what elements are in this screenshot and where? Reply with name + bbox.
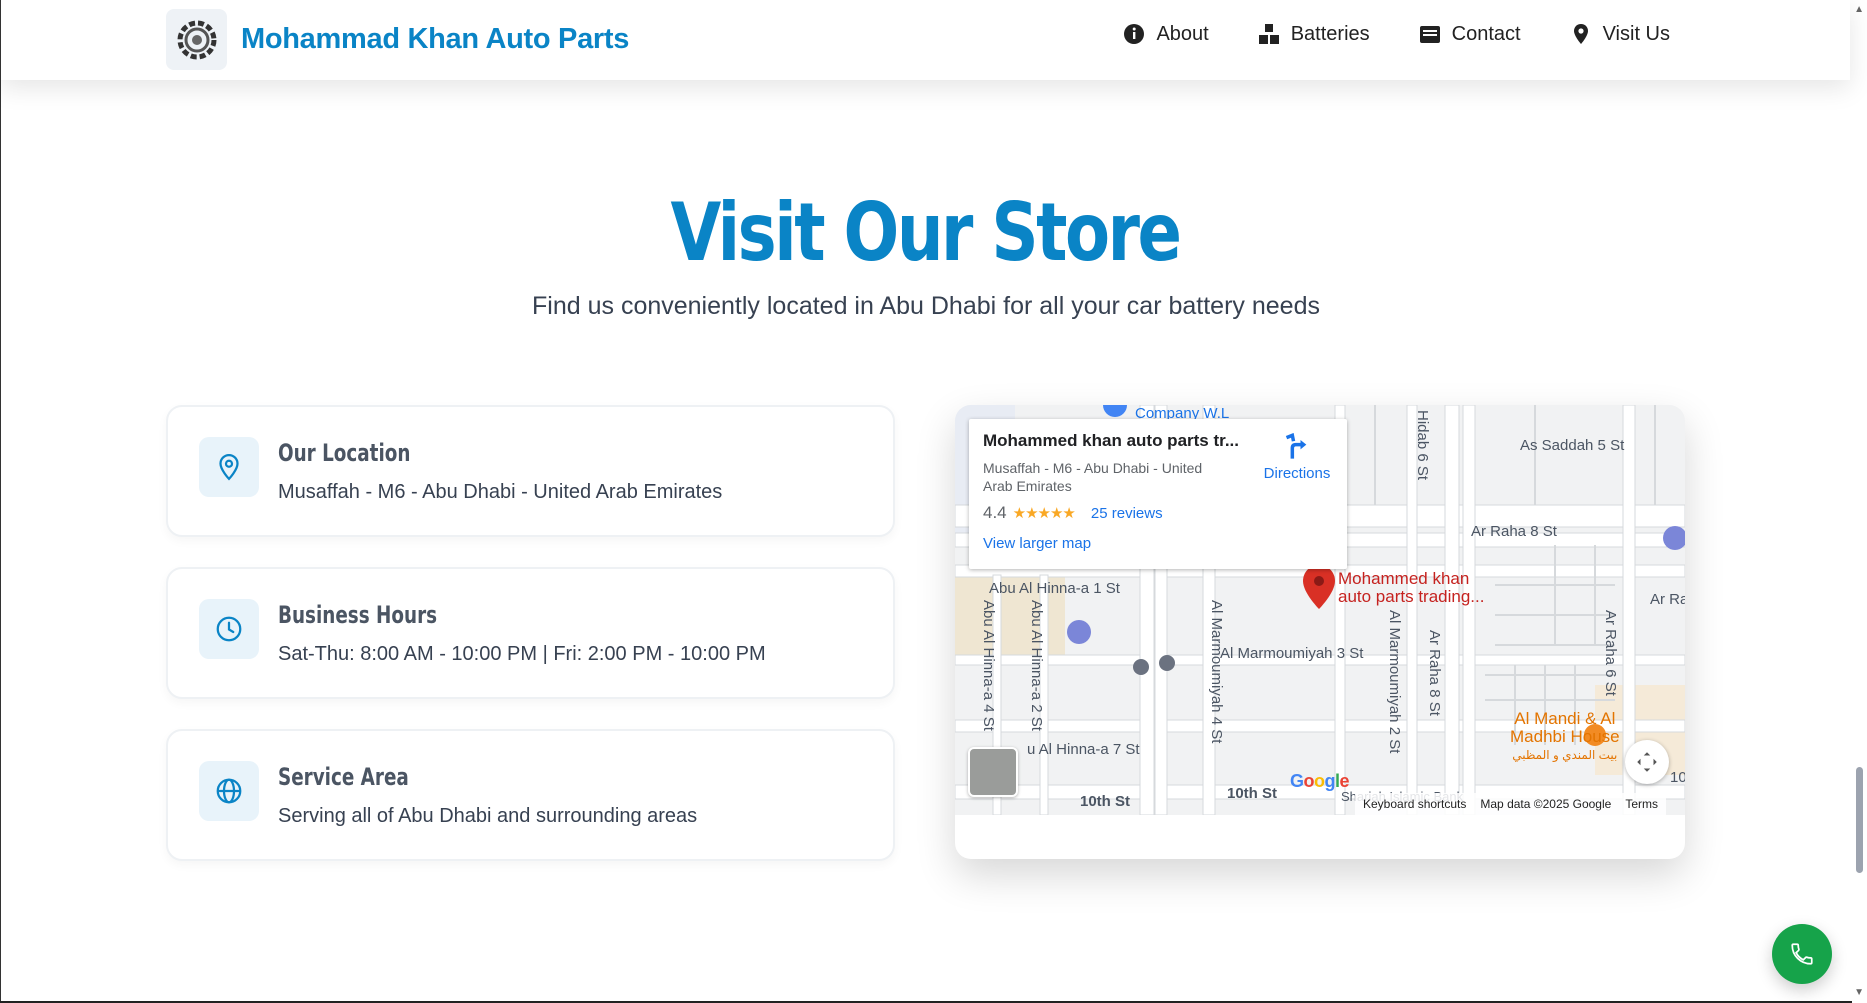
location-title: Our Location bbox=[278, 439, 411, 467]
street-10th-east: 10th St bbox=[1227, 785, 1278, 802]
satellite-toggle-thumbnail[interactable] bbox=[968, 747, 1018, 797]
street-abu-al-hinna-4: Abu Al Hinna-a 4 St bbox=[980, 600, 997, 731]
brand-name: Mohammad Khan Auto Parts bbox=[241, 23, 630, 55]
place-name: Mohammed khan auto parts tr... bbox=[983, 431, 1239, 450]
page-left-border bbox=[0, 0, 1, 1003]
service-area-text: Serving all of Abu Dhabi and surrounding… bbox=[278, 805, 698, 827]
call-button[interactable] bbox=[1772, 924, 1832, 984]
street-abu-al-hinna-7: u Al Hinna-a 7 St bbox=[1027, 741, 1140, 758]
street-10-edge: 10 bbox=[1670, 769, 1685, 786]
scroll-down-icon[interactable]: ▼ bbox=[1854, 987, 1864, 998]
site-header: Mohammad Khan Auto Parts About Batteries… bbox=[0, 0, 1850, 80]
nav-visit-us-label: Visit Us bbox=[1602, 22, 1670, 45]
map-pin-icon bbox=[199, 437, 259, 497]
rating-stars-icon: ★★★★★ bbox=[1012, 505, 1076, 522]
globe-icon bbox=[199, 761, 259, 821]
map-data-attribution: Map data ©2025 Google bbox=[1480, 797, 1612, 811]
marker-label[interactable]: Mohammed khan auto parts trading... bbox=[1338, 570, 1484, 606]
nav-visit-us[interactable]: Visit Us bbox=[1569, 22, 1670, 46]
pan-arrows-icon bbox=[1637, 752, 1657, 772]
street-al-marmoumiyah-2: Al Marmoumiyah 2 St bbox=[1386, 610, 1403, 754]
location-pin-icon bbox=[1573, 24, 1588, 44]
rating-value: 4.4 bbox=[983, 503, 1007, 522]
hours-text: Sat-Thu: 8:00 AM - 10:00 PM | Fri: 2:00 … bbox=[278, 643, 766, 665]
info-icon bbox=[1124, 24, 1145, 44]
map-camera-control-button[interactable] bbox=[1625, 740, 1669, 784]
map-footer: Keyboard shortcuts Map data ©2025 Google… bbox=[1355, 793, 1666, 815]
page-scrollbar[interactable]: ▲ ▼ bbox=[1851, 0, 1867, 1003]
nav-about-label: About bbox=[1156, 22, 1209, 45]
nav-contact-label: Contact bbox=[1451, 22, 1521, 45]
location-card: Our Location Musaffah - M6 - Abu Dhabi -… bbox=[166, 405, 895, 537]
google-logo: Google bbox=[1290, 771, 1350, 791]
phone-icon bbox=[1791, 943, 1813, 965]
hours-title: Business Hours bbox=[278, 601, 438, 629]
gear-logo-icon bbox=[177, 20, 216, 59]
page-subtitle: Find us conveniently located in Abu Dhab… bbox=[532, 292, 1320, 320]
street-abu-al-hinna-2: Abu Al Hinna-a 2 St bbox=[1028, 600, 1045, 731]
brand[interactable]: Mohammad Khan Auto Parts bbox=[166, 9, 629, 70]
nav-batteries[interactable]: Batteries bbox=[1257, 22, 1370, 46]
place-address: Musaffah - M6 - Abu Dhabi - United Arab … bbox=[983, 460, 1203, 494]
street-10th-west: 10th St bbox=[1080, 793, 1131, 810]
embedded-map[interactable]: As Saddah 5 St Ar Raha 8 St Abu Al Hinna… bbox=[955, 405, 1685, 815]
street-hidab-6: Hidab 6 St bbox=[1414, 410, 1431, 481]
street-as-saddah: As Saddah 5 St bbox=[1520, 437, 1625, 454]
envelope-icon bbox=[1419, 26, 1440, 43]
directions-button[interactable]: Directions bbox=[1253, 433, 1341, 482]
service-area-card: Service Area Serving all of Abu Dhabi an… bbox=[166, 729, 895, 861]
scroll-up-icon[interactable]: ▲ bbox=[1854, 4, 1864, 15]
service-area-title: Service Area bbox=[278, 763, 409, 791]
nav-contact[interactable]: Contact bbox=[1418, 22, 1521, 46]
keyboard-shortcuts-link[interactable]: Keyboard shortcuts bbox=[1363, 797, 1466, 811]
scroll-thumb[interactable] bbox=[1856, 767, 1863, 873]
main-nav: About Batteries Contact Visit Us bbox=[1122, 22, 1670, 46]
map-card: As Saddah 5 St Ar Raha 8 St Abu Al Hinna… bbox=[955, 405, 1685, 859]
street-ar-raha-8: Ar Raha 8 St bbox=[1471, 523, 1557, 540]
poi-restaurant[interactable]: Al Mandi & Al Madhbi House بيت المندي و … bbox=[1510, 710, 1620, 764]
clock-icon bbox=[199, 599, 259, 659]
street-abu-al-hinna-1: Abu Al Hinna-a 1 St bbox=[989, 580, 1120, 597]
place-rating: 4.4 ★★★★★ 25 reviews bbox=[983, 503, 1333, 523]
view-larger-map-link[interactable]: View larger map bbox=[983, 535, 1333, 552]
street-al-marmoumiyah-3: Al Marmoumiyah 3 St bbox=[1220, 645, 1364, 662]
directions-icon bbox=[1285, 433, 1307, 459]
location-text: Musaffah - M6 - Abu Dhabi - United Arab … bbox=[278, 481, 723, 503]
brand-logo bbox=[166, 9, 227, 70]
nav-batteries-label: Batteries bbox=[1290, 22, 1370, 45]
terms-link[interactable]: Terms bbox=[1625, 797, 1658, 811]
map-info-window: Mohammed khan auto parts tr... Musaffah … bbox=[969, 419, 1347, 569]
street-ar-raha-6: Ar Raha 6 St bbox=[1602, 610, 1619, 696]
street-ar-raha-8-vertical: Ar Raha 8 St bbox=[1426, 630, 1443, 716]
boxes-icon bbox=[1258, 24, 1279, 44]
reviews-link[interactable]: 25 reviews bbox=[1091, 505, 1163, 522]
street-al-marmoumiyah-4: Al Marmoumiyah 4 St bbox=[1208, 600, 1225, 744]
street-ar-ra: Ar Ra bbox=[1650, 591, 1685, 608]
page-title: Visit Our Store bbox=[670, 186, 1182, 279]
nav-about[interactable]: About bbox=[1122, 22, 1209, 46]
hours-card: Business Hours Sat-Thu: 8:00 AM - 10:00 … bbox=[166, 567, 895, 699]
